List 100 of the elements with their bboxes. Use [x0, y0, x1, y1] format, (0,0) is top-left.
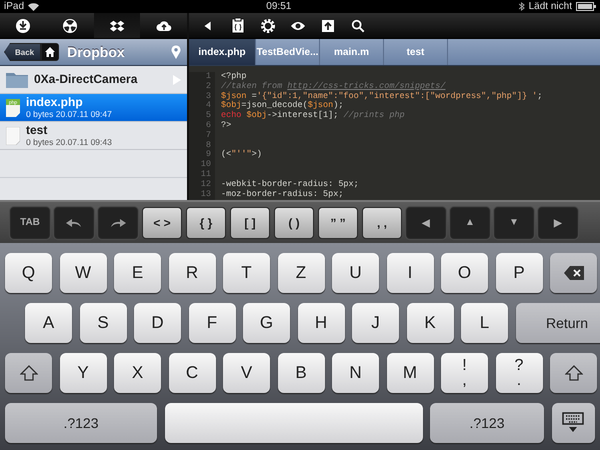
radiation-icon [62, 18, 78, 34]
accessory-key[interactable]: { } [186, 206, 226, 238]
file-details: 0 bytes 20.07.11 09:47 [26, 109, 113, 119]
letter-key[interactable]: R [168, 253, 216, 293]
bluetooth-icon [518, 2, 525, 11]
line-number: 7 [204, 130, 211, 141]
numbers-key[interactable]: .?123 [5, 403, 157, 443]
redo-button[interactable] [98, 206, 138, 238]
code-line: ?> [221, 120, 232, 130]
line-number: 13 [200, 190, 211, 200]
line-number: 5 [204, 111, 211, 121]
file-name: test [26, 124, 48, 137]
accessory-key[interactable]: < > [142, 206, 182, 238]
code-line: $json ='{"id":1,"name":"foo","interest":["wordpress","php"]} '; [221, 90, 542, 101]
device-name: iPad [4, 1, 24, 12]
shift-key[interactable] [550, 353, 597, 393]
code-line: -moz-border-radius: 5px; [221, 188, 344, 199]
keyboard-hide-icon [562, 412, 584, 434]
letter-key[interactable]: M [386, 353, 434, 393]
search-icon [351, 18, 365, 32]
file-icon [6, 126, 20, 144]
letter-key[interactable]: S [80, 303, 126, 343]
redo-icon [110, 218, 126, 228]
line-number: 12 [200, 180, 211, 190]
letter-key[interactable]: O [441, 253, 488, 293]
letter-key[interactable]: V [223, 353, 270, 393]
navigation-title: Dropbox [67, 44, 126, 60]
accessory-key[interactable]: TAB [10, 206, 50, 238]
disclosure-arrow-icon [173, 74, 181, 84]
letter-key[interactable]: C [168, 353, 216, 393]
battery-icon [576, 2, 596, 11]
shift-icon [20, 365, 38, 381]
letter-key[interactable]: A [25, 303, 72, 343]
letter-key[interactable]: F [188, 303, 236, 343]
line-number: 9 [204, 150, 211, 160]
download-icon [15, 18, 32, 34]
wifi-icon [28, 2, 40, 10]
clock: 09:51 [265, 1, 292, 12]
line-number: 3 [204, 92, 211, 101]
backspace-key[interactable] [550, 253, 597, 293]
code-line: echo $obj->interest[1]; //prints php [221, 110, 405, 120]
home-button[interactable] [41, 43, 60, 61]
line-number: 1 [204, 72, 211, 82]
accessory-key[interactable]: ▲ [450, 206, 490, 238]
letter-key[interactable]: H [298, 303, 344, 343]
return-key[interactable]: Return [516, 303, 600, 343]
undo-icon [66, 218, 82, 228]
location-pin-icon[interactable] [171, 45, 181, 59]
code-line: //taken from http://css-tricks.com/snippets/ [221, 80, 446, 91]
letter-key[interactable]: U [332, 253, 379, 293]
undo-button[interactable] [54, 206, 94, 238]
letter-key[interactable]: Z [278, 253, 324, 293]
clipboard-icon [230, 17, 246, 34]
line-number: 11 [200, 170, 211, 180]
letter-key[interactable]: B [278, 353, 324, 393]
code-line: (<"''">) [221, 149, 262, 160]
accessory-key[interactable]: ◀ [406, 206, 446, 238]
letter-key[interactable]: D [134, 303, 181, 343]
letter-key[interactable]: T [223, 253, 270, 293]
punctuation-key[interactable]: ! , [441, 353, 488, 393]
accessory-key[interactable]: ( ) [274, 206, 314, 238]
letter-key[interactable]: X [114, 353, 161, 393]
line-number: 2 [204, 82, 211, 92]
punctuation-key[interactable]: ? . [496, 353, 542, 393]
folder-icon [6, 71, 28, 88]
file-tab[interactable]: index.php [189, 39, 256, 65]
accessory-key[interactable]: ▶ [538, 206, 578, 238]
upload-icon [320, 18, 336, 34]
code-line: $obj=json_decode($json); [221, 100, 344, 110]
letter-key[interactable]: G [243, 303, 290, 343]
backspace-icon [564, 266, 584, 280]
letter-key[interactable]: Q [5, 253, 52, 293]
file-name: 0Xa-DirectCamera [34, 73, 138, 86]
letter-key[interactable]: K [406, 303, 454, 343]
home-icon [45, 47, 56, 57]
letter-key[interactable]: N [332, 353, 379, 393]
letter-key[interactable]: L [461, 303, 508, 343]
file-name: index.php [26, 96, 84, 109]
line-number: 10 [200, 160, 211, 170]
letter-key[interactable]: W [60, 253, 106, 293]
line-number: 4 [204, 101, 211, 111]
letter-key[interactable]: E [114, 253, 161, 293]
hide-keyboard-key[interactable] [552, 403, 594, 443]
accessory-key[interactable]: [ ] [230, 206, 270, 238]
back-button[interactable]: Back [4, 43, 42, 61]
accessory-key[interactable]: ” ” [318, 206, 358, 238]
numbers-key[interactable]: .?123 [430, 403, 544, 443]
battery-status: Lädt nicht [528, 1, 572, 12]
accessory-key[interactable]: , , [362, 206, 402, 238]
settings-icon [260, 18, 276, 34]
letter-key[interactable]: I [386, 253, 434, 293]
letter-key[interactable]: Y [60, 353, 106, 393]
letter-key[interactable]: P [496, 253, 542, 293]
toolbar-button[interactable] [94, 13, 140, 38]
dropbox-icon [108, 18, 125, 34]
line-number: 6 [204, 120, 211, 131]
accessory-key[interactable]: ▼ [494, 206, 534, 238]
line-number: 8 [204, 140, 211, 150]
letter-key[interactable]: J [352, 303, 399, 343]
shift-key[interactable] [5, 353, 52, 393]
